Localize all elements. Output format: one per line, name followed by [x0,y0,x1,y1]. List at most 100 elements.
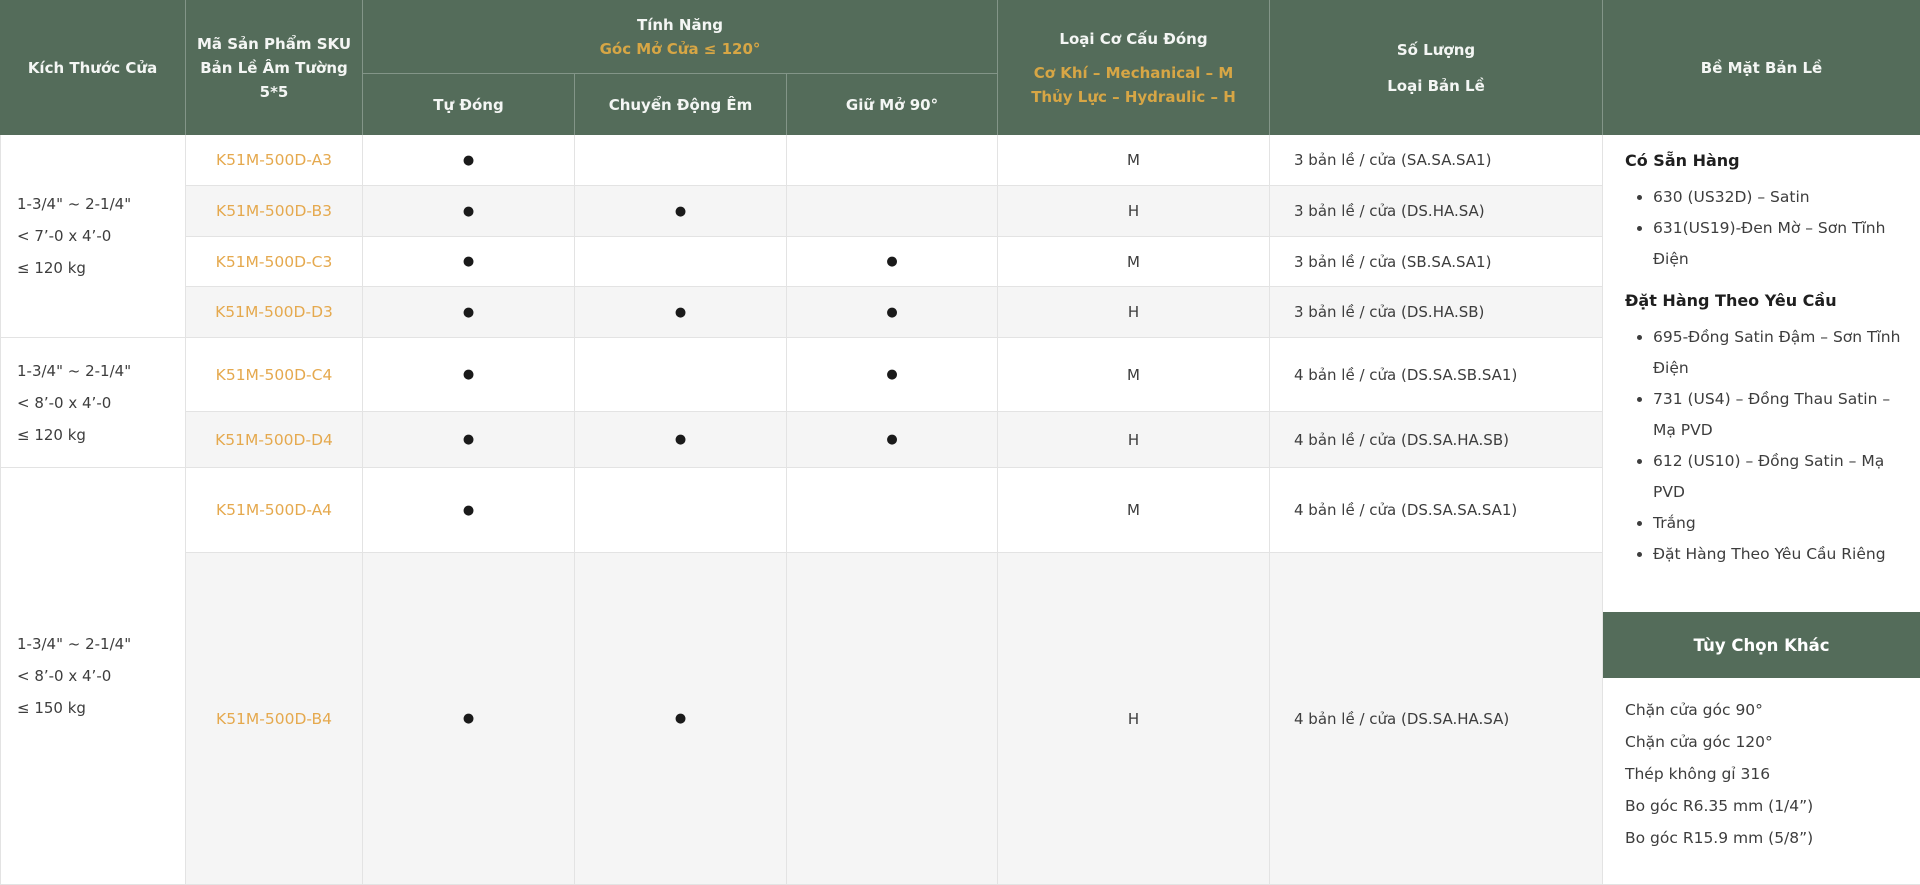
feature-self-closing-cell: ● [363,237,575,287]
header-feature-hold-open-label: Giữ Mở 90° [846,93,938,117]
door-size-line: ≤ 120 kg [17,252,86,284]
feature-hold-open-cell: ● [787,412,998,468]
door-size-group-1: 1-3/4" ~ 2-1/4" < 7’-0 x 4’-0 ≤ 120 kg [0,135,186,338]
sku-link[interactable]: K51M-500D-C4 [186,338,363,412]
quantity-cell: 3 bản lề / cửa (DS.HA.SB) [1270,287,1603,338]
feature-smooth-motion-cell [575,468,787,553]
feature-self-closing-cell: ● [363,338,575,412]
feature-self-closing-cell: ● [363,468,575,553]
header-mechanism-mechanical: Cơ Khí – Mechanical – M [1034,61,1234,85]
header-feature-smooth-motion-label: Chuyển Động Êm [609,93,753,117]
list-item: 695-Đồng Satin Đậm – Sơn Tĩnh Điện [1653,322,1908,384]
feature-self-closing-cell: ● [363,186,575,237]
feature-self-closing-cell: ● [363,287,575,338]
header-quantity: Số Lượng Loại Bản Lề [1270,0,1603,135]
list-item: Bo góc R15.9 mm (5/8”) [1625,822,1920,854]
feature-smooth-motion-cell: ● [575,412,787,468]
quantity-cell: 4 bản lề / cửa (DS.SA.HA.SB) [1270,412,1603,468]
door-size-line: 1-3/4" ~ 2-1/4" [17,355,131,387]
feature-self-closing-cell: ● [363,553,575,885]
door-size-group-2: 1-3/4" ~ 2-1/4" < 8’-0 x 4’-0 ≤ 120 kg [0,338,186,468]
in-stock-heading: Có Sẵn Hàng [1625,151,1920,170]
header-sku: Mã Sản Phẩm SKU Bản Lề Âm Tường 5*5 [186,0,363,135]
header-surface-label: Bề Mặt Bản Lề [1701,56,1822,80]
feature-smooth-motion-cell [575,338,787,412]
sku-link[interactable]: K51M-500D-D4 [186,412,363,468]
surface-finish-panel: Có Sẵn Hàng 630 (US32D) – Satin 631(US19… [1603,135,1920,885]
mechanism-cell: M [998,338,1270,412]
made-to-order-heading: Đặt Hàng Theo Yêu Cầu [1625,291,1920,310]
quantity-cell: 3 bản lề / cửa (SB.SA.SA1) [1270,237,1603,287]
feature-self-closing-cell: ● [363,135,575,186]
feature-hold-open-cell: ● [787,287,998,338]
feature-self-closing-cell: ● [363,412,575,468]
header-features: Tính Năng Góc Mở Cửa ≤ 120° [363,0,998,74]
quantity-cell: 3 bản lề / cửa (SA.SA.SA1) [1270,135,1603,186]
header-feature-hold-open: Giữ Mở 90° [787,74,998,135]
sku-link[interactable]: K51M-500D-A3 [186,135,363,186]
sku-link[interactable]: K51M-500D-D3 [186,287,363,338]
other-options-banner: Tùy Chọn Khác [1603,612,1920,678]
other-options-list: Chặn cửa góc 90° Chặn cửa góc 120° Thép … [1625,694,1920,854]
list-item: 630 (US32D) – Satin [1653,182,1908,213]
header-surface: Bề Mặt Bản Lề [1603,0,1920,135]
mechanism-cell: H [998,553,1270,885]
header-mechanism: Loại Cơ Cấu Đóng Cơ Khí – Mechanical – M… [998,0,1270,135]
made-to-order-list: 695-Đồng Satin Đậm – Sơn Tĩnh Điện 731 (… [1603,322,1920,570]
header-features-subtitle: Góc Mở Cửa ≤ 120° [600,37,761,61]
door-size-line: < 7’-0 x 4’-0 [17,220,111,252]
door-size-line: ≤ 150 kg [17,692,86,724]
door-size-line: < 8’-0 x 4’-0 [17,387,111,419]
header-feature-self-closing: Tự Đóng [363,74,575,135]
header-door-size-label: Kích Thước Cửa [28,56,157,80]
list-item: 612 (US10) – Đồng Satin – Mạ PVD [1653,446,1908,508]
list-item: 731 (US4) – Đồng Thau Satin – Mạ PVD [1653,384,1908,446]
header-door-size: Kích Thước Cửa [0,0,186,135]
feature-hold-open-cell [787,553,998,885]
feature-hold-open-cell: ● [787,338,998,412]
door-size-line: 1-3/4" ~ 2-1/4" [17,188,131,220]
door-size-line: < 8’-0 x 4’-0 [17,660,111,692]
hinge-spec-table: Kích Thước Cửa Mã Sản Phẩm SKU Bản Lề Âm… [0,0,1920,885]
mechanism-cell: M [998,468,1270,553]
mechanism-cell: H [998,186,1270,237]
feature-hold-open-cell: ● [787,237,998,287]
sku-link[interactable]: K51M-500D-B4 [186,553,363,885]
feature-hold-open-cell [787,468,998,553]
header-quantity-line1: Số Lượng [1397,38,1475,62]
list-item: Thép không gỉ 316 [1625,758,1920,790]
quantity-cell: 4 bản lề / cửa (DS.SA.SA.SA1) [1270,468,1603,553]
quantity-cell: 3 bản lề / cửa (DS.HA.SA) [1270,186,1603,237]
list-item: Trắng [1653,508,1908,539]
list-item: Bo góc R6.35 mm (1/4”) [1625,790,1920,822]
list-item: Chặn cửa góc 90° [1625,694,1920,726]
quantity-cell: 4 bản lề / cửa (DS.SA.SB.SA1) [1270,338,1603,412]
feature-smooth-motion-cell [575,237,787,287]
door-size-line: 1-3/4" ~ 2-1/4" [17,628,131,660]
header-features-title: Tính Năng [637,13,723,37]
mechanism-cell: M [998,237,1270,287]
mechanism-cell: H [998,287,1270,338]
feature-smooth-motion-cell: ● [575,553,787,885]
quantity-cell: 4 bản lề / cửa (DS.SA.HA.SA) [1270,553,1603,885]
feature-hold-open-cell [787,186,998,237]
header-quantity-line2: Loại Bản Lề [1387,74,1485,98]
list-item: 631(US19)-Đen Mờ – Sơn Tĩnh Điện [1653,213,1908,275]
door-size-line: ≤ 120 kg [17,419,86,451]
list-item: Đặt Hàng Theo Yêu Cầu Riêng [1653,539,1908,570]
feature-smooth-motion-cell: ● [575,186,787,237]
mechanism-cell: H [998,412,1270,468]
header-mechanism-hydraulic: Thủy Lực – Hydraulic – H [1031,85,1236,109]
sku-link[interactable]: K51M-500D-C3 [186,237,363,287]
mechanism-cell: M [998,135,1270,186]
feature-hold-open-cell [787,135,998,186]
in-stock-list: 630 (US32D) – Satin 631(US19)-Đen Mờ – S… [1603,182,1920,275]
sku-link[interactable]: K51M-500D-B3 [186,186,363,237]
header-feature-smooth-motion: Chuyển Động Êm [575,74,787,135]
door-size-group-3: 1-3/4" ~ 2-1/4" < 8’-0 x 4’-0 ≤ 150 kg [0,468,186,885]
list-item: Chặn cửa góc 120° [1625,726,1920,758]
feature-smooth-motion-cell [575,135,787,186]
header-mechanism-title: Loại Cơ Cấu Đóng [1059,27,1207,51]
feature-smooth-motion-cell: ● [575,287,787,338]
sku-link[interactable]: K51M-500D-A4 [186,468,363,553]
